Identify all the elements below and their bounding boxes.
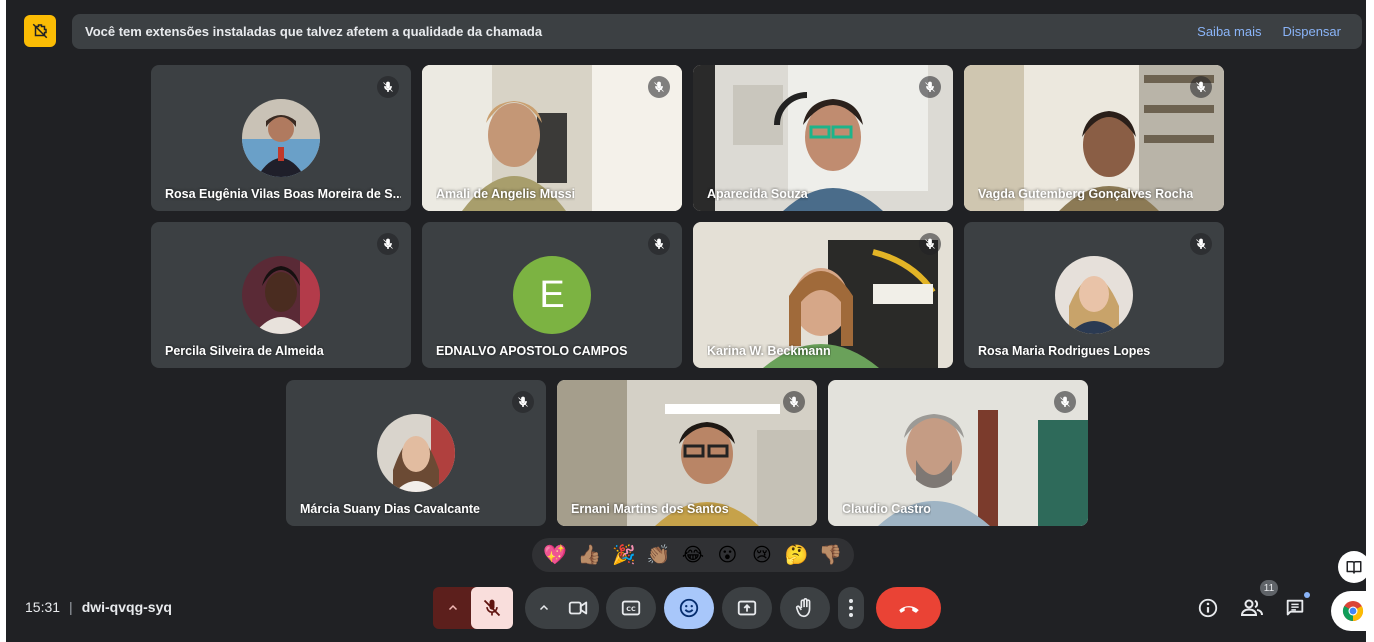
closed-captions-icon: CC	[621, 600, 641, 616]
participant-name: Rosa Maria Rodrigues Lopes	[978, 344, 1151, 358]
present-to-all-icon	[737, 600, 757, 616]
mic-off-icon	[512, 391, 534, 413]
participant-avatar	[242, 99, 320, 177]
mic-off-icon	[1190, 233, 1212, 255]
chat-icon[interactable]	[1281, 594, 1309, 622]
reaction-thumbs-up[interactable]: 👍🏽	[577, 542, 603, 568]
chat-notification-dot	[1304, 592, 1310, 598]
mic-off-icon	[1190, 76, 1212, 98]
mic-off-icon	[919, 233, 941, 255]
reaction-thumbs-down[interactable]: 👎🏽	[818, 542, 844, 568]
mic-off-icon	[648, 233, 670, 255]
participant-name: Amali de Angelis Mussi	[436, 187, 576, 201]
mic-off-icon	[648, 76, 670, 98]
reaction-surprised[interactable]: 😮	[714, 542, 740, 568]
present-screen-button[interactable]	[722, 587, 772, 629]
people-icon[interactable]	[1238, 594, 1266, 622]
reaction-laugh[interactable]: 😂	[680, 542, 706, 568]
participant-tile[interactable]: Rosa Maria Rodrigues Lopes	[964, 222, 1224, 368]
reaction-heart[interactable]: 💖	[542, 542, 568, 568]
participant-tile[interactable]: Karina W. Beckmann	[693, 222, 953, 368]
participant-name: Ernani Martins dos Santos	[571, 502, 729, 516]
participant-tile[interactable]: Vagda Gutemberg Gonçalves Rocha	[964, 65, 1224, 211]
reaction-clap[interactable]: 👏🏽	[646, 542, 672, 568]
participant-avatar	[242, 256, 320, 334]
participant-tile[interactable]: Amali de Angelis Mussi	[422, 65, 682, 211]
participant-tile[interactable]: Aparecida Souza	[693, 65, 953, 211]
videocam-icon	[568, 601, 588, 615]
participant-tile[interactable]: E EDNALVO APOSTOLO CAMPOS	[422, 222, 682, 368]
participant-count-badge: 11	[1260, 580, 1278, 596]
reaction-sad[interactable]: 😢	[749, 542, 775, 568]
mic-off-icon	[483, 599, 501, 617]
side-panel-book-icon[interactable]	[1338, 551, 1370, 583]
raise-hand-button[interactable]	[780, 587, 830, 629]
participant-name: EDNALVO APOSTOLO CAMPOS	[436, 344, 628, 358]
participant-initial-avatar: E	[513, 256, 591, 334]
participant-name: Karina W. Beckmann	[707, 344, 831, 358]
hand-icon	[795, 598, 811, 618]
more-options-button[interactable]	[838, 587, 864, 629]
extension-warning-icon[interactable]	[24, 15, 56, 47]
participant-avatar	[377, 414, 455, 492]
meeting-details-icon[interactable]	[1194, 594, 1222, 622]
reaction-party[interactable]: 🎉	[611, 542, 637, 568]
mic-toggle-button[interactable]	[471, 587, 513, 629]
captions-button[interactable]: CC	[606, 587, 656, 629]
mic-options-chevron-icon[interactable]	[439, 587, 467, 629]
dismiss-link[interactable]: Dispensar	[1282, 24, 1341, 39]
more-vert-icon	[849, 599, 853, 617]
leave-call-button[interactable]	[876, 587, 941, 629]
camera-control-group	[525, 587, 599, 629]
participant-name: Claudio Castro	[842, 502, 931, 516]
reactions-button[interactable]	[664, 587, 714, 629]
meeting-code: dwi-qvqg-syq	[81, 599, 172, 615]
reactions-bar: 💖 👍🏽 🎉 👏🏽 😂 😮 😢 🤔 👎🏽	[532, 538, 854, 572]
camera-options-chevron-icon[interactable]	[531, 587, 557, 629]
meet-stage: Você tem extensões instaladas que talvez…	[6, 0, 1374, 642]
chrome-extension-icon[interactable]	[1331, 591, 1374, 631]
call-end-icon	[898, 606, 919, 613]
svg-text:CC: CC	[626, 605, 636, 613]
participant-name: Percila Silveira de Almeida	[165, 344, 324, 358]
learn-more-link[interactable]: Saiba mais	[1197, 24, 1261, 39]
participant-tile[interactable]: Márcia Suany Dias Cavalcante	[286, 380, 546, 526]
reaction-thinking[interactable]: 🤔	[783, 542, 809, 568]
emoji-icon	[679, 598, 699, 618]
participant-tile[interactable]: Ernani Martins dos Santos	[557, 380, 817, 526]
meeting-time: 15:31	[25, 599, 61, 615]
participant-name: Rosa Eugênia Vilas Boas Moreira de S...	[165, 187, 401, 201]
camera-toggle-button[interactable]	[557, 587, 599, 629]
participant-name: Márcia Suany Dias Cavalcante	[300, 502, 480, 516]
participant-tile[interactable]: Claudio Castro	[828, 380, 1088, 526]
mic-control-group	[433, 587, 513, 629]
mic-off-icon	[377, 76, 399, 98]
mic-off-icon	[1054, 391, 1076, 413]
mic-off-icon	[783, 391, 805, 413]
participant-tile[interactable]: Rosa Eugênia Vilas Boas Moreira de S...	[151, 65, 411, 211]
extensions-banner: Você tem extensões instaladas que talvez…	[72, 14, 1362, 49]
meeting-info-divider: |	[69, 599, 73, 615]
banner-message: Você tem extensões instaladas que talvez…	[85, 24, 543, 39]
mic-off-icon	[377, 233, 399, 255]
meeting-info: 15:31 | dwi-qvqg-syq	[25, 599, 172, 615]
mic-off-icon	[919, 76, 941, 98]
participant-avatar	[1055, 256, 1133, 334]
participant-name: Aparecida Souza	[707, 187, 808, 201]
participant-name: Vagda Gutemberg Gonçalves Rocha	[978, 187, 1194, 201]
participant-tile[interactable]: Percila Silveira de Almeida	[151, 222, 411, 368]
